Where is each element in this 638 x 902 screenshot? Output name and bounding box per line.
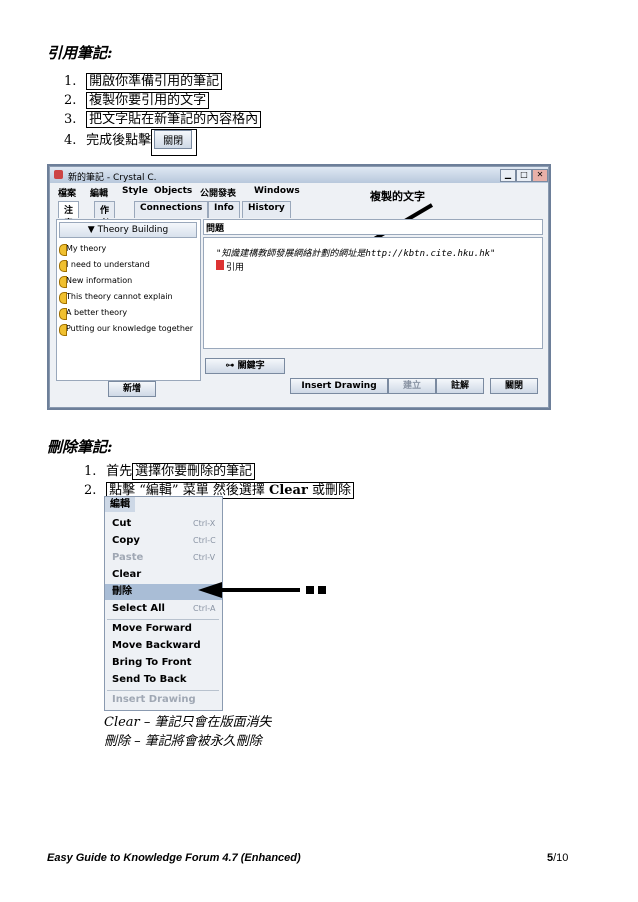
menu-item-shortcut: Ctrl-C — [193, 536, 216, 545]
content-text: "知識建構教師發展網絡計劃的網址是http://kbtn.cite.hku.hk… — [216, 249, 496, 259]
menu-separator — [107, 690, 219, 691]
step-text: 開啟你準備引用的筆記 — [86, 73, 223, 90]
note-editor: 問題 "知識建構教師發展網絡計劃的網址是http://kbtn.cite.hku… — [203, 219, 543, 403]
step-2: 2. 複製你要引用的文字 — [64, 89, 210, 109]
build-button: 建立 — [388, 378, 436, 394]
tab-notes[interactable]: 注意 — [58, 201, 80, 229]
page-number: 5/10 — [547, 852, 568, 864]
scaffold-item[interactable]: New information — [59, 274, 132, 288]
close-button[interactable]: 關閉 — [490, 378, 538, 394]
tab-info[interactable]: Info — [208, 201, 240, 218]
section-heading-quote: 引用筆記: — [47, 44, 113, 62]
note-window: 新的筆記 - Crystal C. ▁ □ ✕ 檔案 編輯 Style Obje… — [49, 166, 549, 408]
section-heading-delete: 刪除筆記: — [47, 438, 113, 456]
step-number: 1. — [84, 464, 97, 479]
step-text-prefix: 首先 — [106, 464, 133, 479]
menu-item-move-backward[interactable]: Move Backward — [105, 638, 222, 654]
scaffold-dropdown-label: Theory Building — [97, 225, 169, 235]
menu-item-label: Move Backward — [112, 640, 201, 651]
menu-style[interactable]: Style — [122, 186, 148, 196]
delete-step-1: 1. 首先 選擇你要刪除的筆記 — [84, 460, 256, 480]
menu-item-label: Send To Back — [112, 674, 187, 685]
menu-item-label: Bring To Front — [112, 657, 192, 668]
menu-item-label: Paste — [112, 552, 144, 563]
step-number: 2. — [64, 93, 77, 108]
problem-label: 問題 — [206, 224, 225, 234]
scaffold-item[interactable]: This theory cannot explain — [59, 290, 173, 304]
menu-item-bring-to-front[interactable]: Bring To Front — [105, 655, 222, 671]
menu-item-move-forward[interactable]: Move Forward — [105, 621, 222, 637]
menu-item-select-all[interactable]: Select All Ctrl-A — [105, 601, 222, 617]
close-button-example: 關閉 — [154, 130, 193, 149]
scaffold-item[interactable]: I need to understand — [59, 258, 150, 272]
close-icon[interactable]: ✕ — [532, 169, 548, 182]
tab-authors[interactable]: 作者 — [94, 201, 116, 229]
menu-separator — [107, 619, 219, 620]
menu-publish[interactable]: 公開發表 — [200, 186, 236, 199]
page-total: /10 — [553, 852, 569, 864]
insert-drawing-button[interactable]: Insert Drawing — [290, 378, 388, 394]
menu-item-shortcut: Ctrl-X — [193, 519, 216, 528]
step-text: 完成後點擊 — [86, 133, 152, 148]
step-text: 選擇你要刪除的筆記 — [132, 463, 256, 480]
menu-item-label: Insert Drawing — [112, 694, 196, 705]
new-button[interactable]: 新增 — [108, 381, 156, 397]
menubar: 檔案 編輯 Style Objects 公開發表 Windows — [50, 184, 548, 199]
menu-item-label: Move Forward — [112, 623, 192, 634]
step-number: 1. — [64, 74, 77, 89]
menu-item-shortcut: Ctrl-A — [193, 604, 216, 613]
edit-menu: 編輯 Cut Ctrl-X Copy Ctrl-C Paste Ctrl-V Clea… — [104, 496, 223, 711]
quote-label: 引用 — [226, 263, 245, 273]
step-text: 複製你要引用的文字 — [86, 92, 210, 109]
menu-item-cut[interactable]: Cut Ctrl-X — [105, 516, 222, 532]
menu-item-paste: Paste Ctrl-V — [105, 550, 222, 566]
footer-title: Easy Guide to Knowledge Forum 4.7 (Enhan… — [47, 852, 301, 864]
menu-objects[interactable]: Objects — [154, 186, 192, 196]
step-4: 4. 完成後點擊 關閉 — [64, 129, 198, 156]
annotate-button[interactable]: 註解 — [436, 378, 484, 394]
edit-menu-title[interactable]: 編輯 — [105, 497, 135, 512]
scaffold-item[interactable]: My theory — [59, 242, 106, 256]
tab-connections[interactable]: Connections — [134, 201, 209, 218]
menu-item-label: Clear — [112, 569, 142, 580]
step-number: 2. — [84, 483, 97, 498]
menu-item-label: Select All — [112, 603, 165, 614]
pointer-arrow — [198, 582, 326, 598]
menu-file[interactable]: 檔案 — [58, 186, 76, 199]
step-number: 3. — [64, 112, 77, 127]
tab-history[interactable]: History — [242, 201, 291, 218]
step-3: 3. 把文字貼在新筆記的內容格內 — [64, 108, 262, 128]
scaffold-item[interactable]: A better theory — [59, 306, 127, 320]
scaffold-pane: ▼ Theory Building My theory I need to un… — [56, 219, 201, 381]
menu-item-label: Copy — [112, 535, 140, 546]
step-1: 1. 開啟你準備引用的筆記 — [64, 70, 223, 90]
content-area[interactable]: "知識建構教師發展網絡計劃的網址是http://kbtn.cite.hku.hk… — [203, 237, 543, 349]
scaffold-item[interactable]: Putting our knowledge together — [59, 322, 193, 336]
minimize-icon[interactable]: ▁ — [500, 169, 516, 182]
keyword-button[interactable]: ⊶ 關鍵字 — [205, 358, 285, 374]
menu-item-insert-drawing: Insert Drawing — [105, 692, 222, 708]
key-icon: ⊶ — [225, 361, 235, 371]
step-text-suffix: 或刪除 — [307, 483, 351, 498]
scaffold-dropdown[interactable]: ▼ Theory Building — [59, 222, 197, 238]
step-text: 把文字貼在新筆記的內容格內 — [86, 111, 262, 128]
window-title: 新的筆記 - Crystal C. — [68, 173, 157, 183]
step-number: 4. — [64, 133, 77, 148]
keyword-button-label: 關鍵字 — [237, 361, 265, 371]
note-delete: 刪除 – 筆記將會被永久刪除 — [104, 734, 262, 749]
menu-windows[interactable]: Windows — [254, 186, 300, 196]
step-text-bold: Clear — [268, 483, 308, 498]
problem-field[interactable]: 問題 — [203, 219, 543, 235]
menu-item-shortcut: Ctrl-V — [193, 553, 216, 562]
maximize-icon[interactable]: □ — [516, 169, 532, 182]
note-clear: Clear – 筆記只會在版面消失 — [104, 715, 272, 730]
menu-item-label: Cut — [112, 518, 132, 529]
menu-item-send-to-back[interactable]: Send To Back — [105, 672, 222, 688]
app-icon — [54, 170, 63, 179]
window-titlebar: 新的筆記 - Crystal C. ▁ □ ✕ — [50, 167, 548, 183]
menu-item-copy[interactable]: Copy Ctrl-C — [105, 533, 222, 549]
menu-item-label: 刪除 — [112, 586, 132, 597]
menu-edit[interactable]: 編輯 — [90, 186, 108, 199]
document-icon — [216, 260, 224, 270]
